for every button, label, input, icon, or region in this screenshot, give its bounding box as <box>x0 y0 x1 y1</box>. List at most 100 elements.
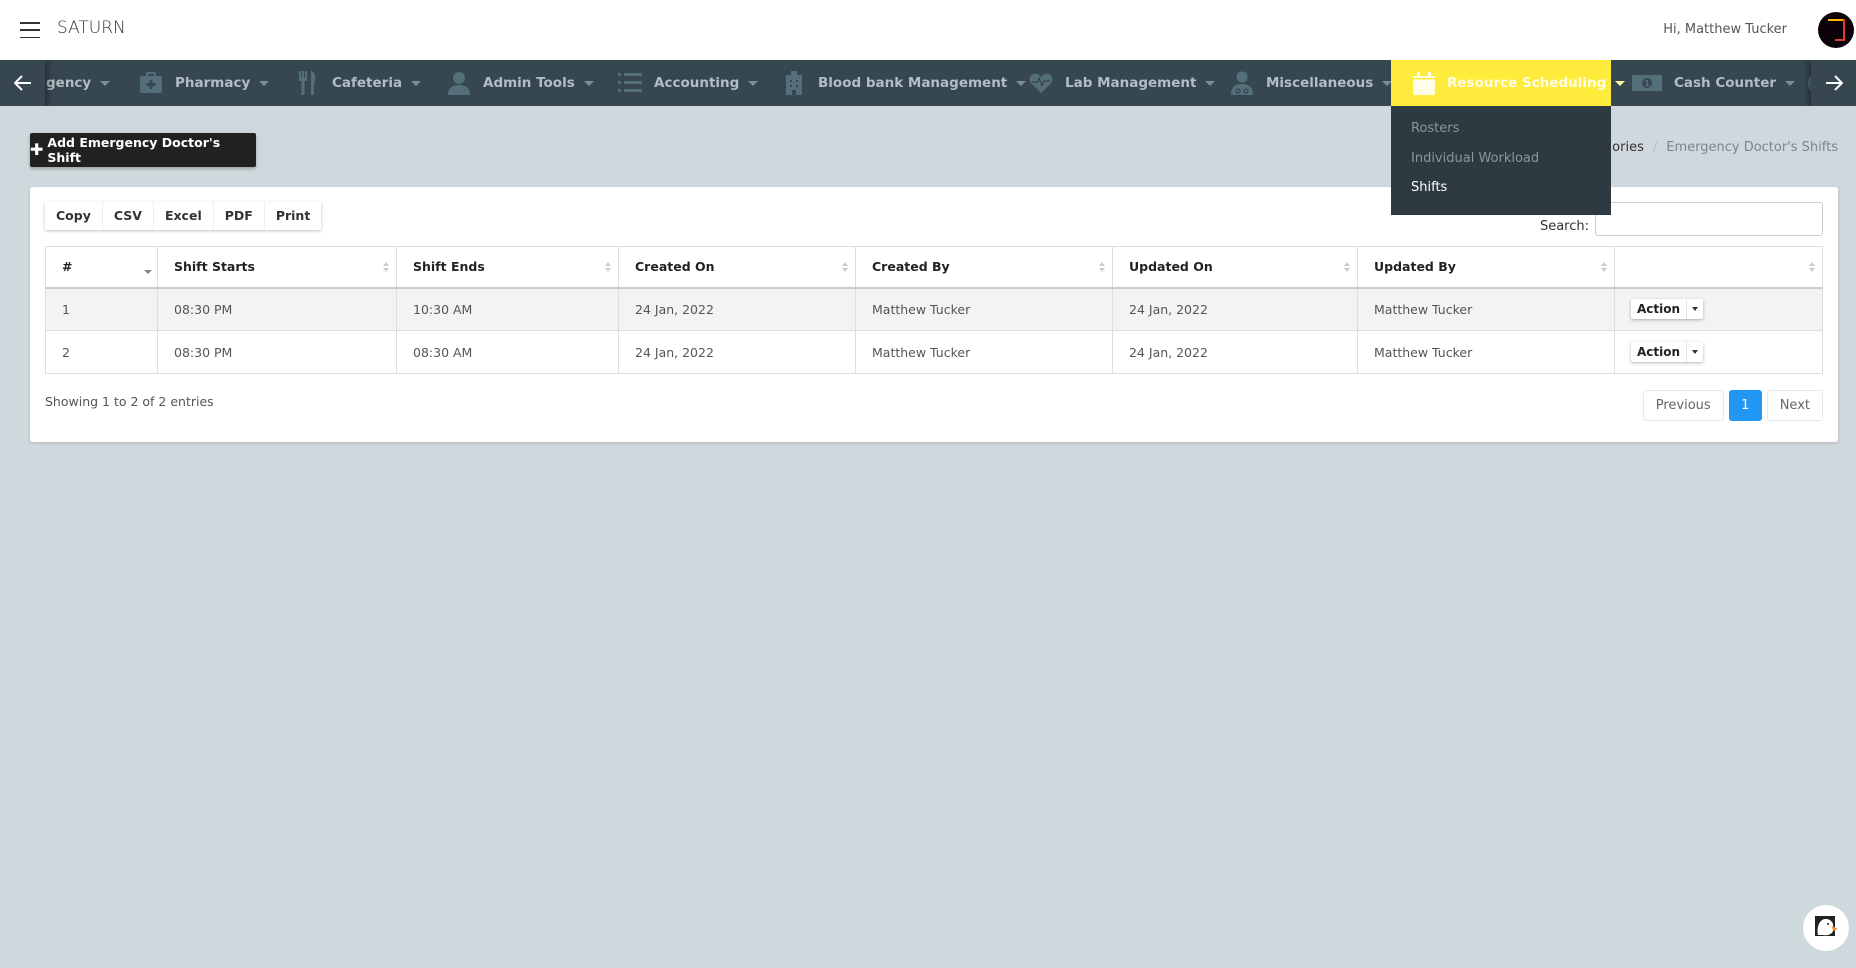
user-icon <box>447 71 471 95</box>
nav-item-cash-counter[interactable]: 1 Cash Counter <box>1632 60 1796 106</box>
column-label: Shift Starts <box>174 259 255 275</box>
page-1-button[interactable]: 1 <box>1728 390 1762 421</box>
nav-item-label: gency <box>46 75 92 91</box>
nav-item-label: Resource Scheduling <box>1447 75 1607 91</box>
user-md-icon <box>1230 71 1254 95</box>
nav-item-label: Lab Management <box>1065 75 1197 91</box>
sort-icon <box>383 262 389 273</box>
cell-created-on: 24 Jan, 2022 <box>618 287 856 331</box>
breadcrumb: tegories / Emergency Doctor's Shifts <box>1591 140 1838 155</box>
caret-down-icon[interactable] <box>1687 299 1703 319</box>
nav-item-label: Admin Tools <box>483 75 575 91</box>
user-avatar[interactable] <box>1818 12 1854 48</box>
column-header-actions[interactable] <box>1614 246 1823 289</box>
caret-down-icon <box>259 80 270 86</box>
breadcrumb-current: Emergency Doctor's Shifts <box>1666 140 1838 155</box>
app-brand: SATURN <box>57 18 126 38</box>
cell-updated-by: Matthew Tucker <box>1357 330 1615 374</box>
sort-icon <box>842 262 848 273</box>
add-emergency-doctor-shift-button[interactable]: ✚ Add Emergency Doctor's Shift <box>30 133 256 167</box>
plus-icon: ✚ <box>30 140 44 159</box>
nav-item-label: Cash Counter <box>1674 75 1777 91</box>
caret-down-icon[interactable] <box>1687 342 1703 362</box>
caret-down-icon <box>1016 80 1027 86</box>
top-header: SATURN Hi, Matthew Tucker <box>0 0 1856 60</box>
cell-created-by: Matthew Tucker <box>855 330 1113 374</box>
table-row: 2 08:30 PM 08:30 AM 24 Jan, 2022 Matthew… <box>45 330 1823 374</box>
caret-down-icon <box>1615 80 1626 86</box>
search-input[interactable] <box>1595 202 1823 236</box>
cell-updated-on: 24 Jan, 2022 <box>1112 330 1358 374</box>
nav-item-label: Blood bank Management <box>818 75 1008 91</box>
column-header-number[interactable]: # <box>45 246 158 289</box>
dropdown-item-shifts[interactable]: Shifts <box>1391 179 1611 209</box>
cell-shift-ends: 10:30 AM <box>396 287 619 331</box>
nav-item-accounting[interactable]: Accounting <box>618 60 759 106</box>
add-button-label: Add Emergency Doctor's Shift <box>47 135 221 165</box>
print-button[interactable]: Print <box>265 202 322 230</box>
copy-button[interactable]: Copy <box>45 202 103 230</box>
excel-button[interactable]: Excel <box>154 202 214 230</box>
table-info: Showing 1 to 2 of 2 entries <box>45 394 214 409</box>
calendar-icon <box>1413 71 1435 95</box>
caret-down-icon <box>583 80 594 86</box>
cell-action: Action <box>1614 287 1823 331</box>
breadcrumb-separator: / <box>1652 140 1658 155</box>
heartbeat-icon <box>1029 71 1053 95</box>
previous-page-button[interactable]: Previous <box>1642 390 1724 421</box>
cell-number: 1 <box>45 287 158 331</box>
table-row: 1 08:30 PM 10:30 AM 24 Jan, 2022 Matthew… <box>45 287 1823 331</box>
caret-down-icon <box>100 80 111 86</box>
nav-item-miscellaneous[interactable]: Miscellaneous <box>1230 60 1393 106</box>
caret-down-icon <box>1785 80 1796 86</box>
table-header-row: # Shift Starts Shift Ends Created On Cre… <box>45 246 1823 289</box>
column-header-updated-on[interactable]: Updated On <box>1112 246 1358 289</box>
cutlery-icon <box>296 71 320 95</box>
column-header-created-by[interactable]: Created By <box>855 246 1113 289</box>
sort-icon <box>1809 262 1815 273</box>
nav-item-label: Accounting <box>654 75 740 91</box>
export-button-group: Copy CSV Excel PDF Print <box>45 202 322 230</box>
action-dropdown-button[interactable]: Action <box>1631 342 1704 362</box>
nav-item-blood-bank[interactable]: Blood bank Management <box>782 60 1027 106</box>
nav-item-lab-management[interactable]: Lab Management <box>1029 60 1216 106</box>
cell-shift-starts: 08:30 PM <box>157 330 397 374</box>
cell-updated-by: Matthew Tucker <box>1357 287 1615 331</box>
column-label: Shift Ends <box>413 259 485 275</box>
sort-icon <box>1344 262 1350 273</box>
medkit-icon <box>139 71 163 95</box>
dropdown-item-rosters[interactable]: Rosters <box>1391 120 1611 150</box>
action-label: Action <box>1631 299 1688 320</box>
nav-item-label: Pharmacy <box>175 75 251 91</box>
caret-down-icon <box>1205 80 1216 86</box>
dropdown-item-individual-workload[interactable]: Individual Workload <box>1391 150 1611 180</box>
csv-button[interactable]: CSV <box>103 202 154 230</box>
svg-text:1: 1 <box>1644 79 1650 88</box>
column-header-updated-by[interactable]: Updated By <box>1357 246 1615 289</box>
action-dropdown-button[interactable]: Action <box>1631 299 1704 320</box>
sort-icon <box>605 262 611 273</box>
next-page-button[interactable]: Next <box>1766 390 1823 421</box>
nav-item-emergency[interactable]: gency <box>46 60 111 106</box>
nav-scroll-left-arrow-icon[interactable] <box>0 60 45 106</box>
user-greeting: Hi, Matthew Tucker <box>1663 22 1787 37</box>
nav-item-pharmacy[interactable]: Pharmacy <box>139 60 270 106</box>
cell-number: 2 <box>45 330 158 374</box>
column-label: Updated On <box>1129 259 1213 275</box>
nav-scroll-right-arrow-icon[interactable] <box>1811 60 1856 106</box>
column-label: Created By <box>872 259 950 275</box>
chat-bot-button[interactable] <box>1803 905 1849 951</box>
column-header-shift-starts[interactable]: Shift Starts <box>157 246 397 289</box>
nav-item-admin-tools[interactable]: Admin Tools <box>447 60 594 106</box>
caret-down-icon <box>748 80 759 86</box>
bird-bot-icon <box>1813 913 1839 943</box>
nav-item-resource-scheduling[interactable]: Resource Scheduling <box>1391 60 1626 106</box>
column-header-shift-ends[interactable]: Shift Ends <box>396 246 619 289</box>
column-header-created-on[interactable]: Created On <box>618 246 856 289</box>
nav-item-cafeteria[interactable]: Cafeteria <box>296 60 422 106</box>
hamburger-menu-icon[interactable] <box>20 22 40 38</box>
cell-created-by: Matthew Tucker <box>855 287 1113 331</box>
sort-icon <box>1601 262 1607 273</box>
pdf-button[interactable]: PDF <box>214 202 265 230</box>
list-ol-icon <box>618 71 642 95</box>
